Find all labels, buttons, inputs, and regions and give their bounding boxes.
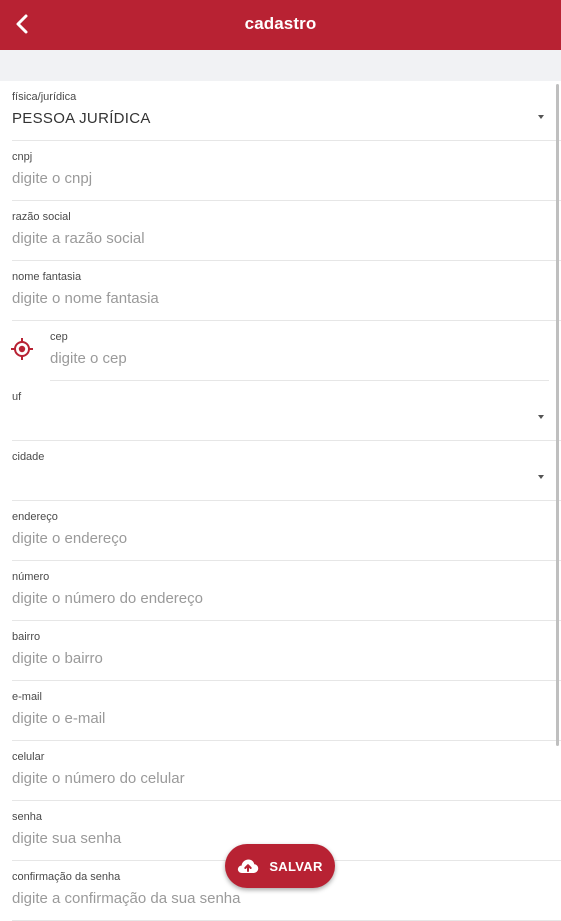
trade-name-input[interactable]: digite o nome fantasia <box>12 290 159 307</box>
email-input[interactable]: digite o e-mail <box>12 710 105 727</box>
address-field[interactable]: endereço digite o endereço <box>12 501 561 561</box>
number-label: número <box>12 571 50 583</box>
dropdown-arrow-icon <box>538 415 544 419</box>
header-band <box>0 50 561 81</box>
cnpj-field[interactable]: cnpj digite o cnpj <box>12 141 561 201</box>
locate-icon <box>11 338 33 360</box>
email-field[interactable]: e-mail digite o e-mail <box>12 681 561 741</box>
number-field[interactable]: número digite o número do endereço <box>12 561 561 621</box>
cep-field[interactable]: cep digite o cep <box>11 321 549 381</box>
registration-form: física/jurídica PESSOA JURÍDICA cnpj dig… <box>0 81 561 921</box>
page-title: cadastro <box>244 14 317 33</box>
email-label: e-mail <box>12 691 42 703</box>
phone-input[interactable]: digite o número do celular <box>12 770 185 787</box>
cep-label: cep <box>50 331 68 343</box>
locate-button[interactable] <box>10 337 34 361</box>
app-header: cadastro <box>0 0 561 50</box>
dropdown-arrow-icon <box>538 475 544 479</box>
uf-label: uf <box>12 391 22 403</box>
password-input[interactable]: digite sua senha <box>12 830 121 847</box>
cep-input[interactable]: digite o cep <box>50 350 127 367</box>
password-label: senha <box>12 811 42 823</box>
cnpj-input[interactable]: digite o cnpj <box>12 170 92 187</box>
password-confirm-label: confirmação da senha <box>12 871 121 883</box>
trade-name-label: nome fantasia <box>12 271 82 283</box>
uf-select[interactable]: uf <box>12 381 561 441</box>
company-name-input[interactable]: digite a razão social <box>12 230 145 247</box>
phone-field[interactable]: celular digite o número do celular <box>12 741 561 801</box>
district-label: bairro <box>12 631 41 643</box>
trade-name-field[interactable]: nome fantasia digite o nome fantasia <box>12 261 561 321</box>
dropdown-arrow-icon <box>538 115 544 119</box>
password-confirm-input[interactable]: digite a confirmação da sua senha <box>12 890 240 907</box>
scrollbar[interactable] <box>556 84 559 746</box>
company-name-label: razão social <box>12 211 71 223</box>
person-type-label: física/jurídica <box>12 91 77 103</box>
save-button[interactable]: SALVAR <box>225 844 335 888</box>
number-input[interactable]: digite o número do endereço <box>12 590 203 607</box>
save-button-label: SALVAR <box>269 858 323 874</box>
cloud-upload-icon <box>238 859 259 873</box>
city-select[interactable]: cidade <box>12 441 561 501</box>
phone-label: celular <box>12 751 45 763</box>
address-input[interactable]: digite o endereço <box>12 530 127 547</box>
district-field[interactable]: bairro digite o bairro <box>12 621 561 681</box>
company-name-field[interactable]: razão social digite a razão social <box>12 201 561 261</box>
address-label: endereço <box>12 511 58 523</box>
district-input[interactable]: digite o bairro <box>12 650 103 667</box>
person-type-select[interactable]: física/jurídica PESSOA JURÍDICA <box>12 81 561 141</box>
cnpj-label: cnpj <box>12 151 33 163</box>
city-label: cidade <box>12 451 45 463</box>
person-type-value: PESSOA JURÍDICA <box>12 110 151 127</box>
